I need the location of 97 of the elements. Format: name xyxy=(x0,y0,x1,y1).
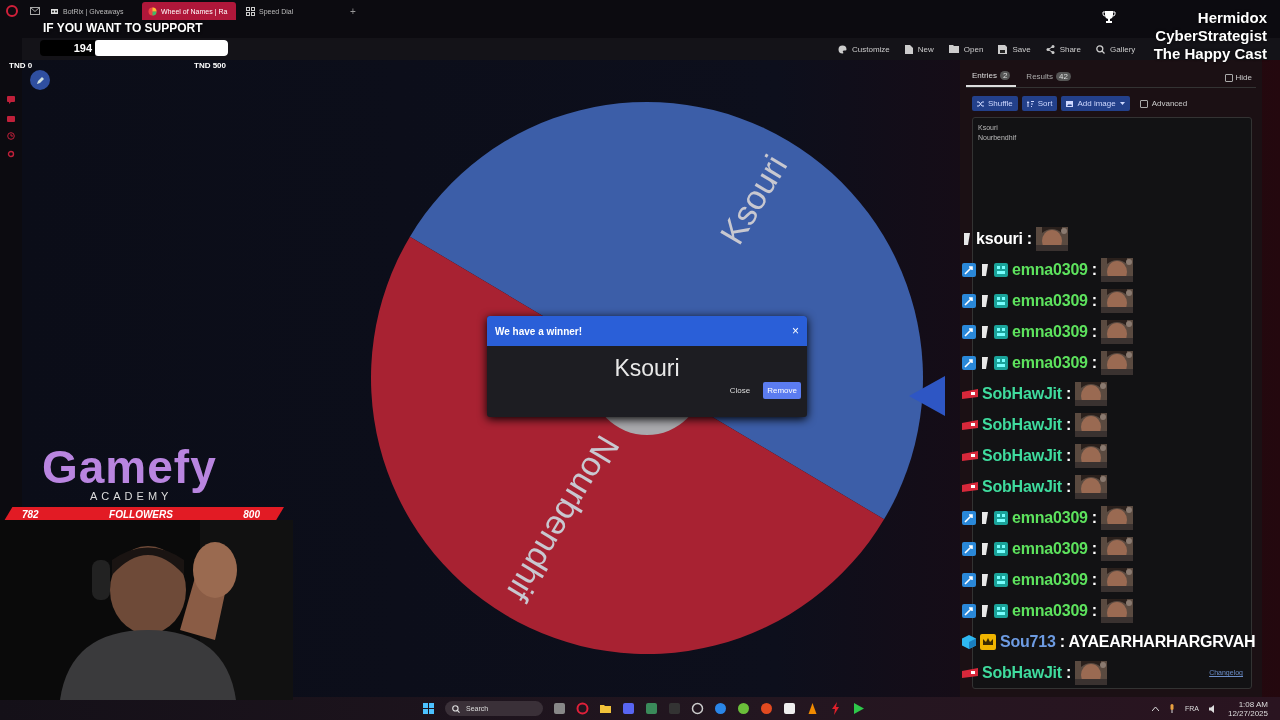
chat-message: : xyxy=(1091,539,1097,558)
pencil-icon xyxy=(35,75,45,85)
logo-text: Gamefy xyxy=(42,440,217,493)
edit-button[interactable] xyxy=(30,70,50,90)
logo-subtitle: ACADEMY xyxy=(90,490,173,502)
mail-icon[interactable] xyxy=(30,7,40,15)
action-button[interactable]: Shuffle xyxy=(972,96,1018,111)
toolbar-button[interactable]: Share xyxy=(1045,44,1081,54)
chat-username: SobHawJit xyxy=(982,477,1062,496)
grid-icon xyxy=(246,6,255,16)
remove-button[interactable]: Remove xyxy=(763,382,801,399)
pointer-icon xyxy=(909,376,945,416)
chat-username: ksouri xyxy=(976,229,1023,248)
chat-message: : xyxy=(1091,508,1097,527)
toolbar-button[interactable]: New xyxy=(904,44,934,54)
browser-logo-icon[interactable] xyxy=(6,5,18,17)
file-icon xyxy=(904,44,913,54)
sort-icon xyxy=(1026,100,1034,107)
chat-username: SobHawJit xyxy=(982,663,1062,682)
toolbar-button[interactable]: Customize xyxy=(838,44,890,54)
chat-message: : xyxy=(1066,446,1072,465)
chat-username: SobHawJit xyxy=(982,446,1062,465)
chat-username: emna0309 xyxy=(1012,570,1088,589)
panel-tab[interactable]: Entries 2 xyxy=(966,68,1017,87)
viewer-name: Hermidox xyxy=(1197,9,1267,27)
chat-message: : xyxy=(1091,260,1097,279)
chat-username: emna0309 xyxy=(1012,353,1088,372)
viewer-name: CyberStrategist xyxy=(1155,27,1267,45)
winner-name: Ksouri xyxy=(614,355,680,382)
flag-icon xyxy=(962,481,978,492)
caret-icon xyxy=(1119,102,1125,105)
cube-icon xyxy=(962,634,976,649)
search-icon xyxy=(1096,44,1105,54)
flag-icon xyxy=(962,388,978,399)
chat-message: : xyxy=(1066,384,1072,403)
goal-bar: 194 xyxy=(40,40,228,56)
count-badge: 2 xyxy=(999,71,1011,80)
action-button[interactable]: Add image xyxy=(1061,96,1130,111)
arrow-icon[interactable] xyxy=(852,702,865,715)
image-icon xyxy=(1066,100,1074,107)
action-button[interactable]: Sort xyxy=(1021,96,1058,111)
save-icon xyxy=(998,44,1008,54)
cone-icon[interactable] xyxy=(806,702,819,715)
microphone-icon[interactable] xyxy=(1168,704,1175,713)
flag-icon xyxy=(962,450,978,461)
chat-username: emna0309 xyxy=(1012,601,1088,620)
chat-message: : xyxy=(1091,601,1097,620)
followers-bar: 782 FOLLOWERS 800 xyxy=(4,507,284,521)
count-badge: 42 xyxy=(1056,72,1071,81)
wheel-icon xyxy=(148,6,157,16)
folder-icon xyxy=(948,45,959,53)
dialog-title: We have a winner! xyxy=(495,325,583,337)
toolbar-button[interactable]: Save xyxy=(998,44,1031,54)
chat-username: emna0309 xyxy=(1012,322,1088,341)
clock[interactable]: 1:08 AM 12/27/2025 xyxy=(1227,699,1268,718)
caret-icon[interactable] xyxy=(1151,706,1159,711)
palette-icon xyxy=(838,44,847,54)
goal-max-label: TND 500 xyxy=(194,61,226,70)
support-heading: IF YOU WANT TO SUPPORT xyxy=(43,21,203,35)
chat-username: Sou713 xyxy=(1000,632,1056,651)
flag-icon xyxy=(962,667,978,678)
circle-icon[interactable] xyxy=(691,702,704,715)
chat-message: : xyxy=(1066,477,1072,496)
checkbox-label: Hide xyxy=(1235,73,1252,82)
chat-username: emna0309 xyxy=(1012,291,1088,310)
toolbar-button[interactable]: Gallery xyxy=(1096,44,1136,54)
chat-username: SobHawJit xyxy=(982,415,1062,434)
checkbox-label: Advanced xyxy=(1151,99,1188,108)
browser-icon[interactable] xyxy=(576,702,589,715)
checkbox[interactable] xyxy=(1139,99,1148,108)
share-icon xyxy=(1045,44,1055,54)
folder-icon[interactable] xyxy=(599,702,612,715)
shuffle-icon xyxy=(977,100,984,107)
bolt-icon[interactable] xyxy=(829,702,842,715)
search-icon xyxy=(452,704,460,713)
flag-icon xyxy=(962,419,978,430)
checkbox[interactable] xyxy=(1224,73,1233,82)
chat-message: : xyxy=(1026,229,1032,248)
new-tab-button[interactable]: + xyxy=(350,5,356,17)
viewer-name: The Happy Cast xyxy=(1153,45,1267,63)
chat-message: : xyxy=(1066,663,1072,682)
chat-username: SobHawJit xyxy=(982,384,1062,403)
close-icon[interactable]: × xyxy=(792,324,799,338)
toolbar-button[interactable]: Open xyxy=(948,44,984,54)
chat-message: : xyxy=(1091,353,1097,372)
chat-message: : xyxy=(1091,322,1097,341)
chat-message: : xyxy=(1091,570,1097,589)
goal-min-label: TND 0 xyxy=(9,61,33,70)
chat-username: emna0309 xyxy=(1012,508,1088,527)
panel-tab[interactable]: Results 42 xyxy=(1020,69,1077,86)
chat-message: : xyxy=(1066,415,1072,434)
chat-username: emna0309 xyxy=(1012,539,1088,558)
chat-message: : xyxy=(1091,291,1097,310)
windows-icon[interactable] xyxy=(422,702,435,715)
close-button[interactable]: Close xyxy=(726,382,754,399)
trophy-icon xyxy=(1102,10,1116,24)
chat-username: emna0309 xyxy=(1012,260,1088,279)
